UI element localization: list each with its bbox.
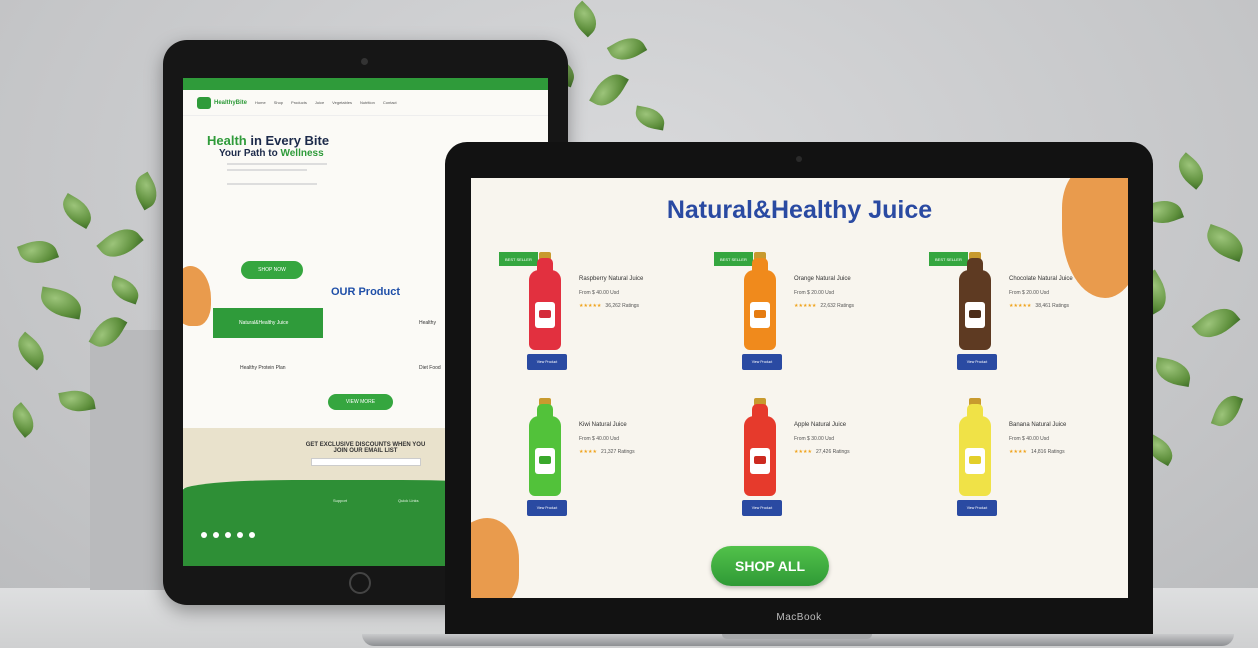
rating-count: 36,262 Ratings — [605, 303, 640, 309]
laptop-camera — [796, 156, 802, 162]
footer-col-support[interactable]: Support — [333, 498, 347, 503]
product-juice-card[interactable]: Natural&Healthy Juice — [213, 308, 323, 338]
hero-sub-highlight: Wellness — [280, 148, 324, 159]
nav-item-juice[interactable]: Juice — [315, 100, 324, 105]
hero-heading-rest: in Every Bite — [246, 133, 330, 148]
laptop-notch — [722, 634, 872, 639]
product-name[interactable]: Chocolate Natural Juice — [1009, 276, 1073, 282]
product-rating: ★★★★ 14,816 Ratings — [1009, 449, 1065, 455]
product-name[interactable]: Raspberry Natural Juice — [579, 276, 643, 282]
brand-name: HealthyBite — [214, 99, 248, 106]
leaf-logo-icon — [197, 96, 211, 109]
rating-stars-icon: ★★★★★ — [794, 303, 817, 309]
juice-bottle-image — [529, 252, 561, 350]
footer-col-links[interactable]: Quick Links — [398, 498, 419, 503]
product-name[interactable]: Apple Natural Juice — [794, 422, 846, 428]
decor-blob — [471, 518, 519, 598]
view-more-button[interactable]: VIEW MORE — [328, 394, 393, 410]
view-product-button[interactable]: View Product — [742, 354, 782, 370]
product-rating: ★★★★ 21,327 Ratings — [579, 449, 635, 455]
juice-bottle-image — [744, 252, 776, 350]
rating-stars-icon: ★★★★ — [1009, 449, 1027, 455]
rating-count: 14,816 Ratings — [1030, 449, 1065, 455]
twitter-icon[interactable] — [225, 532, 231, 538]
nav-item-contact[interactable]: Contact — [383, 100, 397, 105]
nav-item-vegetables[interactable]: Vegetables — [332, 100, 352, 105]
product-price: From $ 30.00 Usd — [794, 436, 835, 442]
left-plant — [0, 170, 170, 470]
instagram-icon[interactable] — [213, 532, 219, 538]
product-card[interactable]: BEST SELLER Raspberry Natural Juice From $… — [499, 252, 691, 382]
nav-item-products[interactable]: Products — [291, 100, 307, 105]
product-rating: ★★★★★ 36,262 Ratings — [579, 303, 639, 309]
view-product-button[interactable]: View Product — [527, 354, 567, 370]
nav-item-nutrition[interactable]: Nutrition — [360, 100, 375, 105]
product-rating: ★★★★★ 38,461 Ratings — [1009, 303, 1069, 309]
product-name[interactable]: Orange Natural Juice — [794, 276, 851, 282]
product-card[interactable]: BEST SELLER Orange Natural Juice From $ 20… — [714, 252, 906, 382]
linkedin-icon[interactable] — [249, 532, 255, 538]
rating-count: 27,426 Ratings — [815, 449, 850, 455]
rating-count: 21,327 Ratings — [600, 449, 635, 455]
view-product-button[interactable]: View Product — [742, 500, 782, 516]
hero-text-line — [227, 169, 307, 171]
rating-stars-icon: ★★★★★ — [1009, 303, 1032, 309]
rating-stars-icon: ★★★★★ — [579, 303, 602, 309]
juice-bottle-image — [744, 398, 776, 496]
product-rating: ★★★★ 27,426 Ratings — [794, 449, 850, 455]
tablet-navbar: HealthyBite Home Shop Products Juice Veg… — [183, 90, 548, 116]
product-name[interactable]: Banana Natural Juice — [1009, 422, 1066, 428]
hero-highlight: Health — [207, 133, 247, 148]
hero-sub-prefix: Your Path to — [219, 148, 281, 159]
product-card[interactable]: BEST SELLER Chocolate Natural Juice From $… — [929, 252, 1121, 382]
youtube-icon[interactable] — [237, 532, 243, 538]
view-product-button[interactable]: View Product — [957, 500, 997, 516]
tablet-home-button[interactable] — [349, 572, 371, 594]
juice-section-title: Natural&Healthy Juice — [666, 196, 933, 224]
product-price: From $ 20.00 Usd — [1009, 290, 1050, 296]
view-product-button[interactable]: View Product — [527, 500, 567, 516]
nav-item-home[interactable]: Home — [255, 100, 266, 105]
view-product-button[interactable]: View Product — [957, 354, 997, 370]
juice-bottle-image — [959, 252, 991, 350]
rating-count: 38,461 Ratings — [1035, 303, 1070, 309]
laptop-brand: MacBook — [776, 612, 822, 623]
juice-bottle-image — [959, 398, 991, 496]
product-protein-card[interactable]: Healthy Protein Plan — [218, 353, 328, 383]
laptop-device: Natural&Healthy Juice BEST SELLER Raspber… — [445, 142, 1153, 639]
product-name[interactable]: Kiwi Natural Juice — [579, 422, 627, 428]
tablet-camera — [361, 58, 368, 65]
brand-logo[interactable]: HealthyBite — [197, 96, 248, 109]
juice-bottle-image — [529, 398, 561, 496]
nav-item-shop[interactable]: Shop — [274, 100, 283, 105]
social-links — [201, 532, 255, 538]
product-price: From $ 40.00 Usd — [579, 290, 620, 296]
announcement-bar — [183, 78, 548, 90]
rating-count: 22,632 Ratings — [820, 303, 855, 309]
shop-all-button[interactable]: SHOP ALL — [711, 546, 829, 586]
product-card[interactable]: Banana Natural Juice From $ 40.00 Usd ★★★★… — [931, 398, 1121, 528]
product-price: From $ 20.00 Usd — [794, 290, 835, 296]
rating-stars-icon: ★★★★ — [579, 449, 597, 455]
facebook-icon[interactable] — [201, 532, 207, 538]
product-card[interactable]: Apple Natural Juice From $ 30.00 Usd ★★★★ 2… — [716, 398, 906, 528]
product-card[interactable]: Kiwi Natural Juice From $ 40.00 Usd ★★★★ 21… — [501, 398, 691, 528]
hero-text-line — [227, 163, 327, 165]
product-price: From $ 40.00 Usd — [1009, 436, 1050, 442]
email-input[interactable] — [310, 458, 421, 466]
hero-text-line — [227, 183, 317, 185]
laptop-base — [362, 634, 1234, 646]
laptop-screen: Natural&Healthy Juice BEST SELLER Raspber… — [471, 178, 1128, 598]
product-rating: ★★★★★ 22,632 Ratings — [794, 303, 854, 309]
product-price: From $ 40.00 Usd — [579, 436, 620, 442]
rating-stars-icon: ★★★★ — [794, 449, 812, 455]
